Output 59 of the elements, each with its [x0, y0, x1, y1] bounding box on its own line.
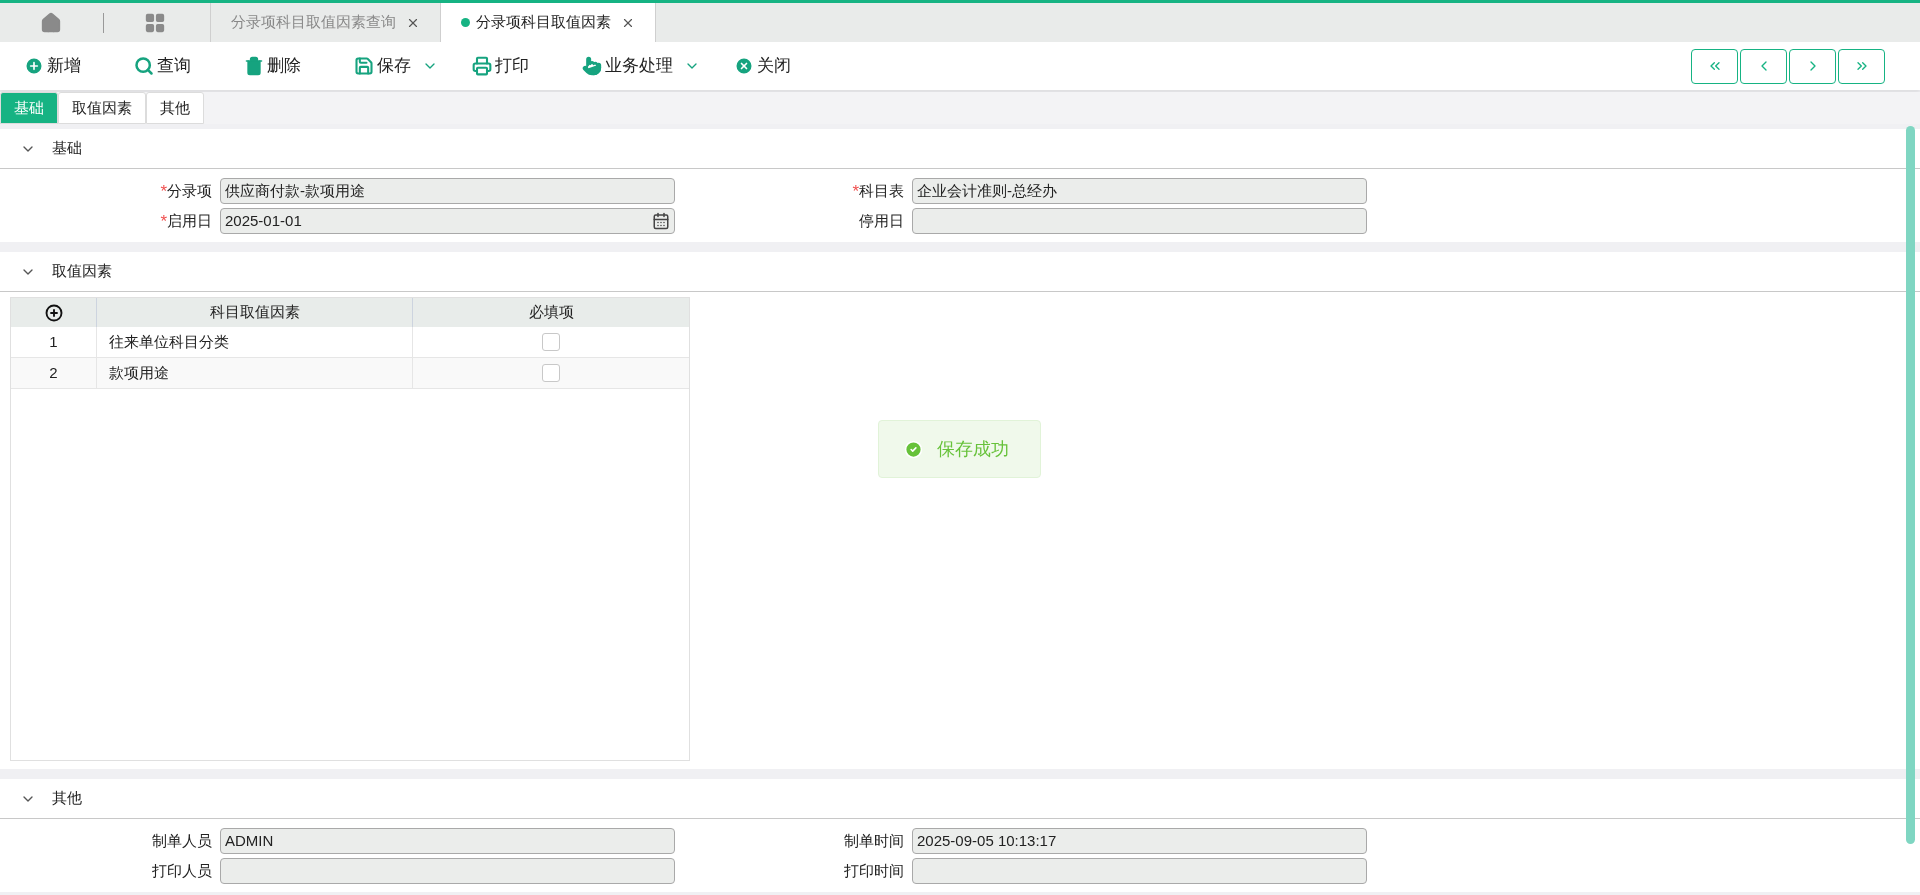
- section-tab[interactable]: 其他: [146, 92, 204, 124]
- first-page-button[interactable]: [1691, 48, 1738, 84]
- field-label: 打印时间: [844, 860, 904, 881]
- input-field[interactable]: 企业会计准则-总经办: [912, 178, 1367, 204]
- section-tab[interactable]: 取值因素: [58, 92, 146, 124]
- search-icon: [134, 56, 154, 76]
- section-title: 取值因素: [52, 261, 112, 282]
- section-header[interactable]: 其他: [0, 779, 1920, 819]
- add-row-icon[interactable]: [44, 303, 63, 322]
- toolbar-button[interactable]: 打印: [472, 53, 548, 79]
- table-cell: 款项用途: [97, 358, 413, 388]
- close-icon: [734, 56, 754, 76]
- field-label: 停用日: [859, 210, 904, 231]
- last-page-button[interactable]: [1838, 48, 1885, 84]
- section-title: 基础: [52, 138, 82, 159]
- scrollbar[interactable]: [1906, 126, 1915, 844]
- required-asterisk: *: [160, 212, 167, 230]
- trash-icon: [244, 56, 264, 76]
- input-field[interactable]: [912, 858, 1367, 884]
- input-field[interactable]: 2025-09-05 10:13:17: [912, 828, 1367, 854]
- page-tab[interactable]: 分录项科目取值因素: [440, 3, 655, 42]
- grid-icon[interactable]: [144, 11, 166, 34]
- toolbar-button[interactable]: 关闭: [734, 53, 810, 79]
- section-header[interactable]: 取值因素: [0, 252, 1920, 292]
- check-circle-icon: [904, 439, 923, 459]
- previous-button[interactable]: [1740, 48, 1787, 84]
- checkbox[interactable]: [542, 364, 560, 382]
- toolbar-button[interactable]: 查询: [134, 53, 210, 79]
- plus-circle-icon: [24, 56, 44, 76]
- field-label: 打印人员: [152, 860, 212, 881]
- row-number: 1: [11, 327, 97, 357]
- input-field[interactable]: ADMIN: [220, 828, 675, 854]
- field-label: 制单人员: [152, 830, 212, 851]
- field-label: 分录项: [167, 180, 212, 201]
- field-label: 启用日: [167, 210, 212, 231]
- home-icon[interactable]: [40, 11, 62, 34]
- required-asterisk: *: [852, 182, 859, 200]
- calendar-icon[interactable]: [652, 212, 670, 230]
- checkbox[interactable]: [542, 333, 560, 351]
- toolbar-button[interactable]: 删除: [244, 53, 320, 79]
- section-header[interactable]: 基础: [0, 129, 1920, 169]
- row-number: 2: [11, 358, 97, 388]
- column-header: 必填项: [527, 302, 575, 323]
- required-asterisk: *: [160, 182, 167, 200]
- table-cell: 往来单位科目分类: [97, 327, 413, 357]
- input-field[interactable]: 供应商付款-款项用途: [220, 178, 675, 204]
- printer-icon: [472, 56, 492, 76]
- pointing-hand-icon: [582, 56, 602, 76]
- next-button[interactable]: [1789, 48, 1836, 84]
- input-field[interactable]: [220, 858, 675, 884]
- field-label: 科目表: [859, 180, 904, 201]
- toast-message: 保存成功: [878, 420, 1041, 478]
- section-title: 其他: [52, 788, 82, 809]
- toolbar-button[interactable]: 保存: [354, 53, 438, 79]
- input-field[interactable]: [912, 208, 1367, 234]
- toolbar-button[interactable]: 业务处理: [582, 53, 700, 79]
- date-field[interactable]: 2025-01-01: [220, 208, 675, 234]
- field-label: 制单时间: [844, 830, 904, 851]
- toolbar-button[interactable]: 新增: [24, 53, 100, 79]
